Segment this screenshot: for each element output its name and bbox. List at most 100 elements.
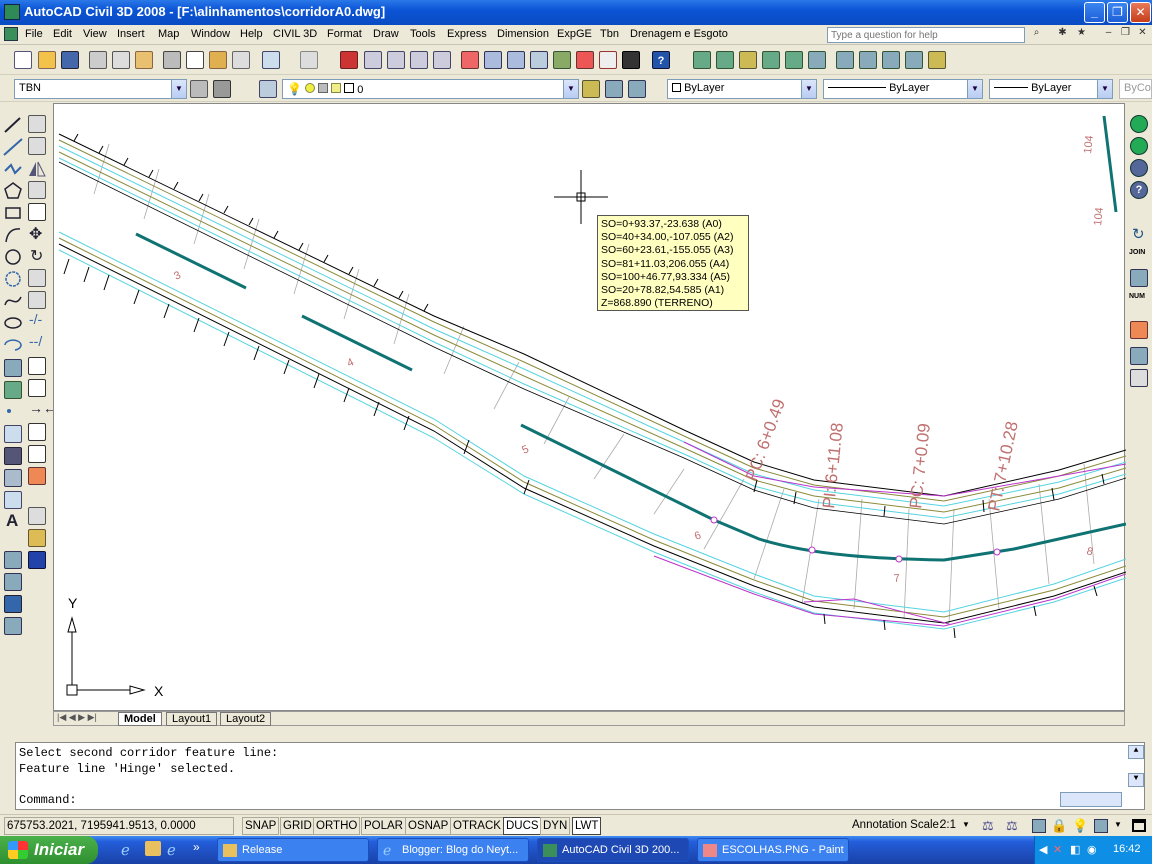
color-select[interactable]: ByLayer ▼ <box>667 79 817 99</box>
drawing-svg[interactable]: 3 4 5 6 7 8 PC: 6+0.49 PI: 6+11.08 PC: 7… <box>54 104 1126 712</box>
open-icon[interactable] <box>38 51 56 69</box>
ortho-toggle[interactable]: ORTHO <box>313 817 361 835</box>
make-current-layer-icon[interactable] <box>582 80 600 98</box>
ellipse-arc-icon[interactable] <box>3 335 23 355</box>
civil-tool-4-icon[interactable] <box>762 51 780 69</box>
layer-manager-icon[interactable] <box>259 80 277 98</box>
properties-icon[interactable] <box>461 51 479 69</box>
arc-icon[interactable] <box>3 225 23 245</box>
civil-tool-5-icon[interactable] <box>785 51 803 69</box>
spline-icon[interactable] <box>3 291 23 311</box>
command-window[interactable]: Select second corridor feature line: Fea… <box>15 742 1145 810</box>
insert-block-icon[interactable] <box>4 359 22 377</box>
civil-tool-2-icon[interactable] <box>716 51 734 69</box>
markup-icon[interactable] <box>553 51 571 69</box>
pan-icon[interactable] <box>340 51 358 69</box>
menu-view[interactable]: View <box>83 28 107 40</box>
new-icon[interactable] <box>14 51 32 69</box>
tab-layout1[interactable]: Layout1 <box>166 712 218 726</box>
text-style-manager-icon[interactable] <box>190 80 208 98</box>
undo-icon[interactable] <box>262 51 280 69</box>
text-edit-icon[interactable] <box>28 507 46 525</box>
civil-tool-10-icon[interactable] <box>905 51 923 69</box>
compass-icon[interactable] <box>1130 159 1148 177</box>
communication-icon[interactable]: ✱ <box>1054 27 1071 42</box>
lwt-toggle[interactable]: LWT <box>572 817 602 835</box>
layer-states-icon[interactable] <box>628 80 646 98</box>
civil-tool-1-icon[interactable] <box>693 51 711 69</box>
pipe-icon[interactable] <box>1130 321 1148 339</box>
light-bulb-icon[interactable]: 💡 <box>1072 818 1088 834</box>
refresh-icon[interactable]: ↻ <box>1132 225 1145 243</box>
civil-tool-9-icon[interactable] <box>882 51 900 69</box>
world-icon[interactable] <box>1130 137 1148 155</box>
cone-icon[interactable] <box>28 529 46 547</box>
menu-window[interactable]: Window <box>191 28 230 40</box>
antivirus-icon[interactable]: ◉ <box>1087 843 1097 856</box>
globe-icon[interactable] <box>1130 115 1148 133</box>
doc-close-button[interactable]: ✕ <box>1134 27 1151 42</box>
menu-expge[interactable]: ExpGE <box>557 28 592 40</box>
polar-toggle[interactable]: POLAR <box>361 817 406 835</box>
display-icon[interactable] <box>28 551 46 569</box>
table-icon[interactable] <box>4 491 22 509</box>
explode-icon[interactable] <box>28 467 46 485</box>
orbit-icon[interactable] <box>433 51 451 69</box>
ie-icon[interactable]: ℯ <box>167 841 176 859</box>
minimize-button[interactable]: _ <box>1084 2 1105 23</box>
text-style-icon[interactable] <box>213 80 231 98</box>
taskbar-paint[interactable]: ESCOLHAS.PNG - Paint <box>697 838 849 862</box>
ellipse-icon[interactable] <box>3 313 23 333</box>
autocad-app-icon[interactable] <box>4 4 20 20</box>
menu-format[interactable]: Format <box>327 28 362 40</box>
cut-icon[interactable] <box>163 51 181 69</box>
taskbar-release[interactable]: Release <box>217 838 369 862</box>
text-style-select[interactable]: TBN ▼ <box>14 79 187 99</box>
civil-tool-7-icon[interactable] <box>836 51 854 69</box>
mirror-icon[interactable] <box>27 159 47 179</box>
chevron-down-icon[interactable]: ▼ <box>962 820 970 829</box>
doc-restore-button[interactable]: ❐ <box>1117 27 1134 42</box>
layer-previous-icon[interactable] <box>605 80 623 98</box>
speaker-icon[interactable]: ◧ <box>1070 843 1080 856</box>
network-icon[interactable]: ✕ <box>1053 843 1062 856</box>
dyn-toggle[interactable]: DYN <box>540 817 571 835</box>
scroll-down-button[interactable]: ▼ <box>1128 773 1144 787</box>
copy-object-icon[interactable] <box>28 137 46 155</box>
otrack-toggle[interactable]: OTRACK <box>450 817 504 835</box>
num-icon[interactable]: NUM <box>1129 293 1145 300</box>
gradient-icon[interactable] <box>4 447 22 465</box>
polyline-icon[interactable] <box>3 159 23 179</box>
draworder-front-icon[interactable] <box>4 573 22 591</box>
make-block-icon[interactable] <box>4 381 22 399</box>
document-icon[interactable] <box>4 27 18 41</box>
taskbar-blogger[interactable]: ℯ Blogger: Blog do Neyt... <box>377 838 529 862</box>
toolbar-lock-icon[interactable] <box>1032 819 1046 833</box>
horizontal-scrollbar[interactable] <box>1060 792 1122 807</box>
fillet-icon[interactable] <box>28 445 46 463</box>
tab-nav-arrows[interactable]: |◀ ◀ ▶ ▶| <box>57 712 97 723</box>
help-icon[interactable]: ? <box>1130 181 1148 199</box>
lineweight-select[interactable]: ByLayer ▼ <box>989 79 1113 99</box>
menu-draw[interactable]: Draw <box>373 28 399 40</box>
design-center-icon[interactable] <box>484 51 502 69</box>
doc-minimize-button[interactable]: – <box>1100 27 1117 42</box>
civil-tool-11-icon[interactable] <box>928 51 946 69</box>
scroll-up-button[interactable]: ▲ <box>1128 745 1144 759</box>
rotate-icon[interactable]: ↻ <box>30 246 43 266</box>
ducs-toggle[interactable]: DUCS <box>503 817 542 835</box>
folder-icon[interactable] <box>145 841 161 856</box>
quickcalc-icon[interactable] <box>576 51 594 69</box>
save-icon[interactable] <box>61 51 79 69</box>
maximize-button[interactable]: ❐ <box>1107 2 1128 23</box>
menu-insert[interactable]: Insert <box>117 28 145 40</box>
break-icon[interactable] <box>28 379 46 397</box>
help-search-icon[interactable]: ⌕ <box>1028 27 1045 42</box>
tab-model[interactable]: Model <box>118 712 162 726</box>
snap-toggle[interactable]: SNAP <box>242 817 280 835</box>
plotstyle-select[interactable]: ByCo <box>1119 79 1152 99</box>
favorites-icon[interactable]: ★ <box>1073 27 1090 42</box>
start-button[interactable]: Iniciar <box>0 836 98 864</box>
menu-tbn[interactable]: Tbn <box>600 28 619 40</box>
civil-tool-3-icon[interactable] <box>739 51 757 69</box>
